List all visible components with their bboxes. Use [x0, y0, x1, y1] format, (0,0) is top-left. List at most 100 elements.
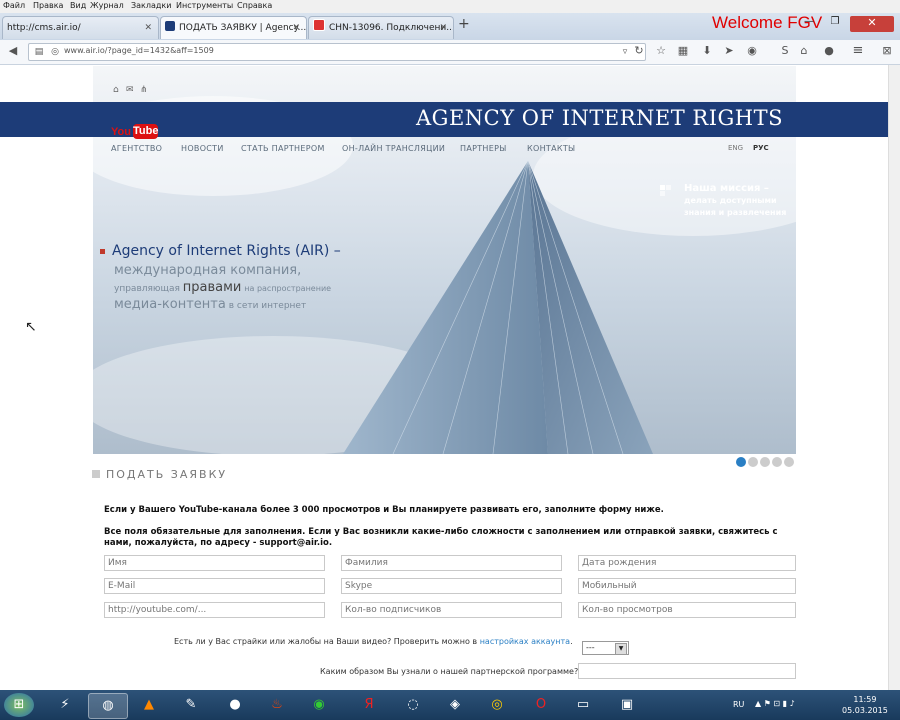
- monitor-icon[interactable]: ▭: [564, 693, 602, 717]
- app-icon[interactable]: ▣: [608, 693, 646, 717]
- form-title: ПОДАТЬ ЗАЯВКУ: [92, 468, 227, 481]
- slider-dot[interactable]: [736, 457, 746, 467]
- close-icon[interactable]: ✕: [292, 17, 300, 39]
- tagline: Agency of Internet Rights (AIR) – междун…: [100, 243, 360, 312]
- chrome-icon[interactable]: ◎: [478, 693, 516, 717]
- slider-dot[interactable]: [784, 457, 794, 467]
- home-icon[interactable]: ⌂: [113, 85, 119, 95]
- tray-icons[interactable]: ▲ ⚑ ⊡ ▮ ♪: [755, 699, 795, 708]
- tagline-line1: Agency of Internet Rights (AIR) –: [112, 243, 341, 259]
- site-logo[interactable]: AGENCY OF INTERNET RIGHTS: [416, 106, 783, 130]
- winamp-icon[interactable]: ⚡: [46, 693, 84, 717]
- first-name-input[interactable]: [104, 555, 325, 571]
- bookmark-star-icon[interactable]: ☆: [654, 44, 668, 58]
- skype-icon[interactable]: S: [778, 44, 792, 58]
- media-icon[interactable]: ●: [216, 693, 254, 717]
- nav-live[interactable]: ОН-ЛАЙН ТРАНСЛЯЦИИ: [342, 144, 445, 153]
- tab-label: http://cms.air.io/: [7, 23, 81, 33]
- shield-icon[interactable]: ◉: [300, 693, 338, 717]
- nav-news[interactable]: НОВОСТИ: [181, 144, 224, 153]
- download-icon[interactable]: ⬇: [700, 44, 714, 58]
- lang-eng[interactable]: ENG: [728, 144, 743, 152]
- mission-subtitle: делать доступными знания и развлечения: [684, 196, 787, 217]
- back-icon[interactable]: ◀: [6, 44, 20, 58]
- squares-icon: [660, 185, 671, 196]
- window-close-icon[interactable]: ✕: [850, 16, 894, 32]
- subscribers-input[interactable]: [341, 602, 562, 618]
- tab-gmail[interactable]: CHN-13096. Подключени... ✕: [308, 16, 454, 39]
- site-favicon-icon: [165, 21, 175, 31]
- url-text[interactable]: www.air.io/?page_id=1432&aff=1509: [64, 46, 214, 55]
- tab-apply[interactable]: ПОДАТЬ ЗАЯВКУ | Agency... ✕: [160, 16, 307, 39]
- slider-dot[interactable]: [760, 457, 770, 467]
- new-tab-button[interactable]: +: [458, 16, 470, 32]
- strikes-select[interactable]: --- ▼: [582, 641, 629, 655]
- tagline-line2: международная компания,: [114, 263, 302, 278]
- email-input[interactable]: [104, 578, 325, 594]
- tab-cms[interactable]: http://cms.air.io/ ✕: [2, 16, 159, 39]
- menu-bookmarks[interactable]: Закладки: [131, 1, 171, 10]
- how-heard-input[interactable]: [578, 663, 796, 679]
- maximize-icon[interactable]: ❐: [824, 16, 846, 32]
- start-button[interactable]: ⊞: [4, 693, 34, 717]
- strikes-question-end: .: [570, 637, 573, 646]
- menu-file[interactable]: Файл: [3, 1, 25, 10]
- nav-contacts[interactable]: КОНТАКТЫ: [527, 144, 575, 153]
- tagline-word-internet: в сети интернет: [228, 301, 307, 311]
- menu-help[interactable]: Справка: [237, 1, 272, 10]
- chat-icon[interactable]: ●: [822, 44, 836, 58]
- strikes-question-text: Есть ли у Вас страйки или жалобы на Ваши…: [174, 637, 478, 646]
- opera-icon[interactable]: O: [522, 693, 560, 717]
- nav-partners[interactable]: ПАРТНЕРЫ: [460, 144, 507, 153]
- lang-rus[interactable]: РУС: [753, 144, 769, 152]
- send-icon[interactable]: ➤: [722, 44, 736, 58]
- flame-icon[interactable]: ♨: [258, 693, 296, 717]
- menu-history[interactable]: Журнал: [90, 1, 124, 10]
- nav-partner[interactable]: СТАТЬ ПАРТНЕРОМ: [241, 144, 325, 153]
- nav-agency[interactable]: АГЕНТСТВО: [111, 144, 162, 153]
- views-input[interactable]: [578, 602, 796, 618]
- account-settings-link[interactable]: настройках аккаунта: [480, 637, 570, 646]
- dropdown-icon[interactable]: ▿: [618, 45, 632, 59]
- mission-block: Наша миссия – делать доступными знания и…: [660, 183, 790, 219]
- devtools-icon[interactable]: ⊠: [880, 44, 894, 58]
- clock[interactable]: 11:59 05.03.2015: [842, 694, 888, 716]
- bookmarks-list-icon[interactable]: ▦: [676, 44, 690, 58]
- firefox-icon[interactable]: ◍: [88, 693, 128, 719]
- close-icon[interactable]: ✕: [144, 17, 152, 39]
- mouse-cursor-icon: ↖: [25, 319, 37, 335]
- page-icon: ▤: [34, 47, 44, 57]
- bullet-icon: [100, 248, 105, 254]
- form-required-note: Все поля обязательные для заполнения. Ес…: [104, 527, 778, 548]
- tagline-word-media: медиа-контента: [114, 297, 226, 312]
- clock-time: 11:59: [853, 695, 877, 704]
- menu-icon[interactable]: ≡: [851, 44, 865, 58]
- skype-input[interactable]: [341, 578, 562, 594]
- sitemap-icon[interactable]: ⋔: [140, 85, 148, 95]
- vlc-icon[interactable]: ▲: [130, 693, 168, 717]
- keyboard-language[interactable]: RU: [733, 700, 744, 709]
- last-name-input[interactable]: [341, 555, 562, 571]
- mail-icon[interactable]: ✉: [126, 85, 134, 95]
- birthdate-input[interactable]: [578, 555, 796, 571]
- slider-dot[interactable]: [772, 457, 782, 467]
- tagline-word-manages: управляющая: [114, 284, 180, 294]
- ruler-icon[interactable]: ✎: [172, 693, 210, 717]
- minimize-icon[interactable]: —: [798, 16, 820, 32]
- vertical-scrollbar[interactable]: [888, 65, 900, 690]
- mobile-input[interactable]: [578, 578, 796, 594]
- browser-icon[interactable]: ◌: [394, 693, 432, 717]
- slider-dot[interactable]: [748, 457, 758, 467]
- tab-label: CHN-13096. Подключени...: [329, 23, 454, 33]
- menu-tools[interactable]: Инструменты: [176, 1, 233, 10]
- menu-edit[interactable]: Правка: [33, 1, 63, 10]
- addon-icon[interactable]: ◉: [745, 44, 759, 58]
- youtube-url-input[interactable]: [104, 602, 325, 618]
- close-icon[interactable]: ✕: [439, 17, 447, 39]
- network-icon[interactable]: ◈: [436, 693, 474, 717]
- home-icon[interactable]: ⌂: [797, 44, 811, 58]
- yandex-icon[interactable]: Я: [350, 693, 388, 717]
- youtube-logo: You Tube: [111, 124, 158, 141]
- menu-view[interactable]: Вид: [70, 1, 86, 10]
- reload-icon[interactable]: ↻: [632, 44, 646, 58]
